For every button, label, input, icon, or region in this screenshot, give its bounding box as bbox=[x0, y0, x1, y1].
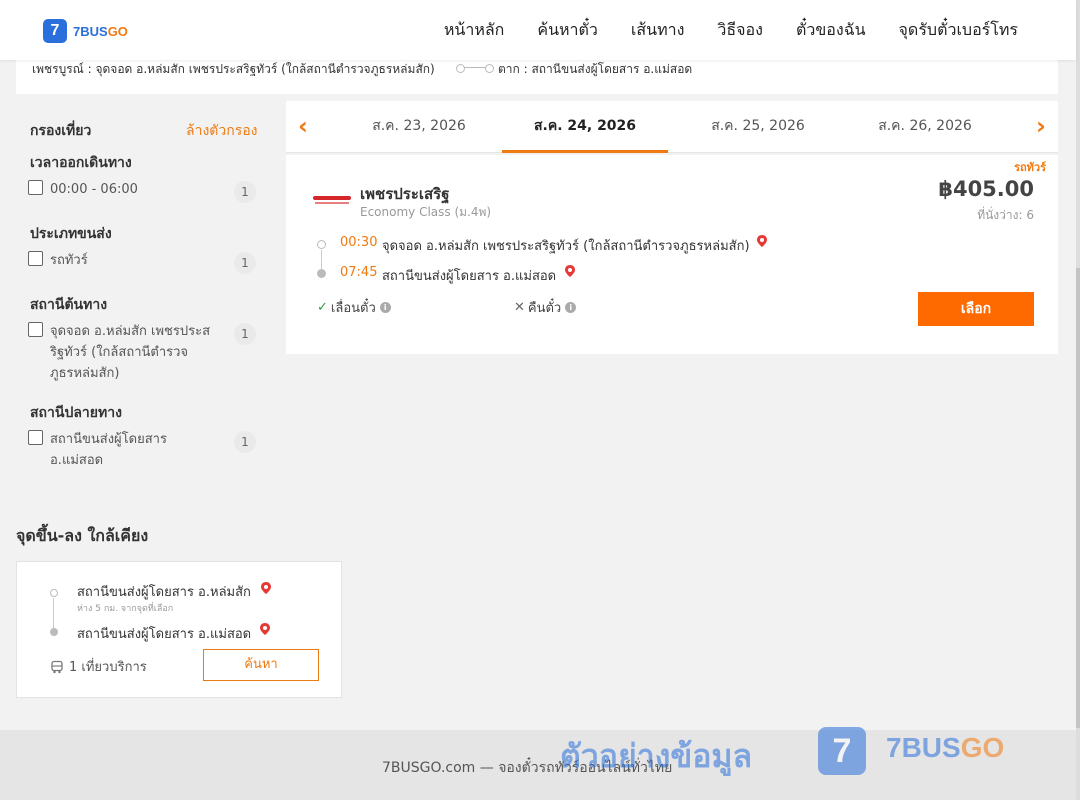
feature-label: เลื่อนตั๋ว bbox=[330, 301, 376, 316]
nearby-stops-title: จุดขึ้น-ลง ใกล้เคียง bbox=[16, 526, 149, 545]
map-pin-icon[interactable] bbox=[755, 234, 769, 248]
filter-section-transport-type: ประเภทขนส่ง bbox=[30, 226, 112, 242]
prev-date-button[interactable]: ‹ bbox=[286, 101, 320, 151]
filter-count-badge: 1 bbox=[234, 252, 256, 274]
transport-type-badge: รถทัวร์ bbox=[1014, 161, 1046, 174]
next-date-button[interactable]: › bbox=[1024, 101, 1058, 151]
origin-dot-icon bbox=[50, 589, 58, 597]
clear-filters-link[interactable]: ล้างตัวกรอง bbox=[186, 120, 257, 142]
date-tab[interactable]: ส.ค. 25, 2026 bbox=[675, 101, 841, 153]
cross-icon: ✕ bbox=[514, 300, 525, 315]
check-icon: ✓ bbox=[317, 300, 328, 315]
nearby-origin-stop: สถานีขนส่งผู้โดยสาร อ.หล่มสัก bbox=[77, 585, 251, 600]
feature-reschedule: ✓ เลื่อนตั๋ว i bbox=[317, 297, 391, 318]
watermark-logo-badge-icon: 7 bbox=[818, 727, 866, 775]
filter-option-label: จุดจอด อ.หล่มสัก เพชรประสริฐทัวร์ (ใกล้ส… bbox=[50, 324, 211, 381]
nav-ticket-pickup-phone[interactable]: จุดรับตั๋วเบอร์โทร bbox=[899, 18, 1018, 43]
operator-logo bbox=[313, 193, 351, 207]
route-destination: ตาก : สถานีขนส่งผู้โดยสาร อ.แม่สอด bbox=[498, 62, 693, 76]
checkbox[interactable] bbox=[28, 251, 43, 266]
page-scrollbar[interactable] bbox=[1076, 0, 1080, 800]
info-icon[interactable]: i bbox=[565, 302, 577, 313]
nearby-trip-count: 1 เที่ยวบริการ bbox=[50, 656, 147, 677]
seats-available: ที่นั่งว่าง: 6 bbox=[977, 208, 1034, 222]
scrollbar-thumb[interactable] bbox=[1076, 268, 1080, 728]
destination-dot-icon bbox=[317, 269, 326, 278]
bus-icon bbox=[51, 660, 63, 673]
nearby-stops-card: สถานีขนส่งผู้โดยสาร อ.หล่มสัก ห่าง 5 กม.… bbox=[16, 561, 342, 698]
nav-search-tickets[interactable]: ค้นหาตั๋ว bbox=[537, 18, 598, 43]
route-origin: เพชรบูรณ์ : จุดจอด อ.หล่มสัก เพชรประสริฐ… bbox=[32, 62, 435, 76]
departure-time: 00:30 bbox=[340, 235, 378, 250]
nav-my-tickets[interactable]: ตั๋วของฉัน bbox=[796, 18, 866, 43]
origin-dot-icon bbox=[317, 240, 326, 249]
trip-card: รถทัวร์ เพชรประเสริฐ Economy Class (ม.4พ… bbox=[286, 155, 1058, 354]
brand-logo[interactable]: 7 7BUSGO bbox=[43, 19, 128, 43]
logo-badge-icon: 7 bbox=[43, 19, 67, 43]
filter-count-badge: 1 bbox=[234, 181, 256, 203]
ticket-price: ฿405.00 bbox=[938, 177, 1034, 201]
checkbox[interactable] bbox=[28, 180, 43, 195]
sample-data-watermark: ตัวอย่างข้อมูล bbox=[560, 737, 753, 775]
info-icon[interactable]: i bbox=[379, 302, 391, 313]
date-tab-active[interactable]: ส.ค. 24, 2026 bbox=[502, 101, 668, 153]
nearby-search-button[interactable]: ค้นหา bbox=[203, 649, 319, 681]
watermark-brand: 7BUSGO bbox=[886, 732, 1005, 763]
logo-text: 7BUSGO bbox=[73, 23, 128, 39]
trip-count-label: 1 เที่ยวบริการ bbox=[69, 660, 147, 675]
nav-home[interactable]: หน้าหลัก bbox=[444, 18, 505, 43]
map-pin-icon[interactable] bbox=[563, 264, 577, 278]
bus-class: Economy Class (ม.4พ) bbox=[360, 205, 492, 219]
filter-section-departure-time: เวลาออกเดินทาง bbox=[30, 155, 132, 171]
filter-option-label: สถานีขนส่งผู้โดยสาร อ.แม่สอด bbox=[50, 432, 167, 468]
date-tab[interactable]: ส.ค. 23, 2026 bbox=[336, 101, 502, 153]
route-summary: เพชรบูรณ์ : จุดจอด อ.หล่มสัก เพชรประสริฐ… bbox=[16, 60, 1058, 94]
departure-stop: จุดจอด อ.หล่มสัก เพชรประสริฐทัวร์ (ใกล้ส… bbox=[382, 239, 750, 254]
date-selector: ‹ ส.ค. 23, 2026 ส.ค. 24, 2026 ส.ค. 25, 2… bbox=[286, 101, 1058, 153]
checkbox[interactable] bbox=[28, 322, 43, 337]
chevron-right-icon: › bbox=[1036, 112, 1046, 140]
nav-routes[interactable]: เส้นทาง bbox=[631, 18, 685, 43]
top-header: 7 7BUSGO หน้าหลัก ค้นหาตั๋ว เส้นทาง วิธี… bbox=[0, 0, 1076, 60]
route-connector-icon bbox=[456, 64, 494, 73]
filter-section-destination-station: สถานีปลายทาง bbox=[30, 405, 122, 421]
checkbox[interactable] bbox=[28, 430, 43, 445]
filter-count-badge: 1 bbox=[234, 431, 256, 453]
arrival-time: 07:45 bbox=[340, 265, 378, 280]
filter-count-badge: 1 bbox=[234, 323, 256, 345]
arrival-stop: สถานีขนส่งผู้โดยสาร อ.แม่สอด bbox=[382, 269, 557, 284]
main-nav: หน้าหลัก ค้นหาตั๋ว เส้นทาง วิธีจอง ตั๋วข… bbox=[411, 0, 1018, 60]
map-pin-icon[interactable] bbox=[258, 622, 272, 636]
filter-option-label: รถทัวร์ bbox=[50, 253, 88, 268]
feature-label: คืนตั๋ว bbox=[527, 301, 562, 316]
nav-how-to-book[interactable]: วิธีจอง bbox=[717, 18, 763, 43]
nearby-destination-stop: สถานีขนส่งผู้โดยสาร อ.แม่สอด bbox=[77, 627, 252, 642]
filter-section-origin-station: สถานีต้นทาง bbox=[30, 297, 108, 313]
date-tab[interactable]: ส.ค. 26, 2026 bbox=[842, 101, 1008, 153]
chevron-left-icon: ‹ bbox=[298, 112, 308, 140]
nearby-distance: ห่าง 5 กม. จากจุดที่เลือก bbox=[77, 604, 174, 614]
feature-refund: ✕ คืนตั๋ว i bbox=[514, 297, 577, 318]
filter-option-label: 00:00 - 06:00 bbox=[50, 182, 138, 197]
map-pin-icon[interactable] bbox=[259, 581, 273, 595]
select-trip-button[interactable]: เลือก bbox=[918, 292, 1034, 326]
filter-title: กรองเที่ยว bbox=[30, 123, 92, 139]
timeline-line bbox=[53, 598, 54, 628]
destination-dot-icon bbox=[50, 628, 58, 636]
